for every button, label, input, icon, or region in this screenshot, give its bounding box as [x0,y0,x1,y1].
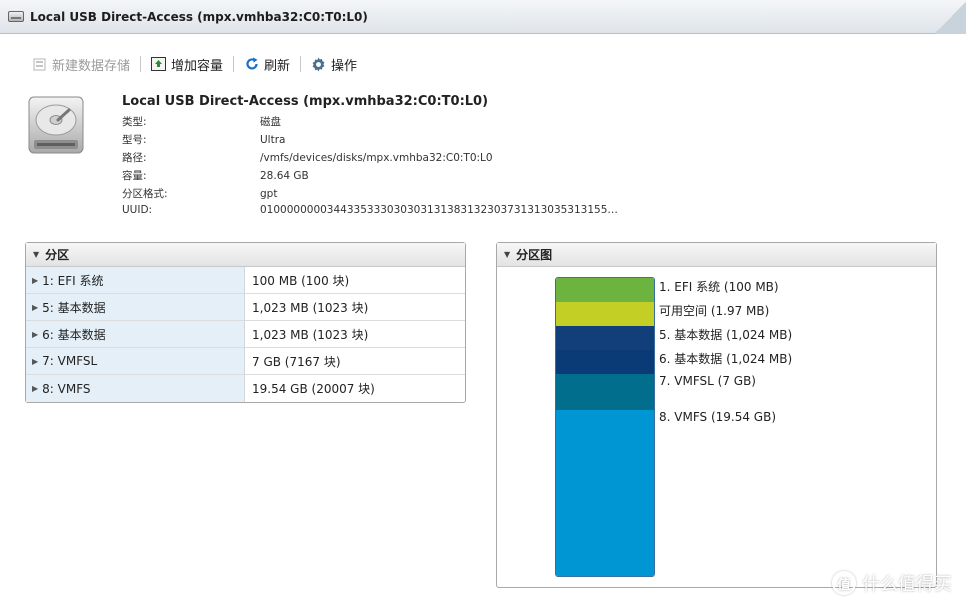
segment-vmfsl[interactable] [556,374,654,410]
partition-name-cell[interactable]: ▶ 5: 基本数据 [26,294,245,320]
collapse-icon: ▼ [33,250,40,259]
partition-row: ▶ 7: VMFSL 7 GB (7167 块) [26,348,465,375]
gear-icon [311,56,326,72]
watermark-text: 什么值得买 [862,574,952,595]
refresh-label: 刷新 [264,58,291,74]
prop-value: 磁盘 [260,116,281,128]
prop-value: 0100000000344335333030303131383132303731… [260,204,618,216]
expand-icon: ▶ [32,275,39,285]
prop-value: /vmfs/devices/disks/mpx.vmhba32:C0:T0:L0 [260,152,493,164]
refresh-icon [244,57,259,72]
hard-disk-icon [28,96,84,154]
device-title: Local USB Direct-Access (mpx.vmhba32:C0:… [122,94,489,109]
segment-free-space[interactable] [556,302,654,326]
partitions-panel-title: 分区 [45,248,70,262]
partition-name-cell[interactable]: ▶ 8: VMFS [26,375,245,402]
watermark: 值 什么值得买 [832,570,952,596]
actions-button[interactable]: 操作 [305,53,363,75]
refresh-button[interactable]: 刷新 [238,53,296,75]
prop-key: 类型: [122,116,147,128]
partition-name-cell[interactable]: ▶ 7: VMFSL [26,348,245,374]
partition-row: ▶ 1: EFI 系统 100 MB (100 块) [26,267,465,294]
expand-icon: ▶ [32,384,39,393]
segment-efi[interactable] [556,278,654,302]
prop-key: UUID: [122,204,153,216]
prop-key: 型号: [122,134,147,146]
prop-key: 分区格式: [122,188,168,200]
partition-size: 1,023 MB (1023 块) [252,300,369,315]
segment-label-basic-data-6: 6. 基本数据 (1,024 MB) [659,352,793,366]
prop-path: 路径: /vmfs/devices/disks/mpx.vmhba32:C0:T0… [122,150,493,165]
actions-label: 操作 [331,58,358,74]
segment-label-vmfs: 8. VMFS (19.54 GB) [659,410,777,424]
partitions-panel: ▼ 分区 ▶ 1: EFI 系统 100 MB (100 块) ▶ 5: 基本数据 … [25,242,466,403]
prop-type: 类型: 磁盘 [122,114,281,129]
partition-row: ▶ 6: 基本数据 1,023 MB (1023 块) [26,321,465,348]
window-titlebar: Local USB Direct-Access (mpx.vmhba32:C0:… [0,0,966,34]
partition-name: 8: VMFS [42,381,91,396]
window-title: Local USB Direct-Access (mpx.vmhba32:C0:… [30,9,368,24]
prop-value: gpt [260,188,278,200]
segment-basic-data-6[interactable] [556,350,654,374]
new-datastore-icon [32,57,47,72]
watermark-logo-icon: 值 [832,571,856,595]
partition-map-panel-header[interactable]: ▼ 分区图 [497,243,936,267]
collapse-icon: ▼ [504,250,511,259]
partition-row: ▶ 8: VMFS 19.54 GB (20007 块) [26,375,465,402]
partition-map-bar [555,277,655,577]
toolbar: 新建数据存储 增加容量 刷新 操作 [26,52,363,76]
prop-key: 路径: [122,152,147,164]
increase-capacity-label: 增加容量 [171,58,224,74]
prop-uuid: UUID: 01000000003443353330303031313831323… [122,204,618,216]
increase-capacity-icon [151,57,167,72]
prop-value: Ultra [260,134,286,146]
segment-label-efi: 1. EFI 系统 (100 MB) [659,280,779,294]
partition-map-panel: ▼ 分区图 1. EFI 系统 (100 MB) 可用空间 (1.97 MB) … [496,242,937,588]
expand-icon: ▶ [32,329,39,339]
segment-vmfs[interactable] [556,410,654,576]
segment-label-basic-data-5: 5. 基本数据 (1,024 MB) [659,328,793,342]
partition-name-cell[interactable]: ▶ 1: EFI 系统 [26,267,245,293]
new-datastore-button[interactable]: 新建数据存储 [26,53,136,75]
partition-name: 1: EFI 系统 [42,273,104,288]
toolbar-separator [140,56,142,72]
prop-partition-format: 分区格式: gpt [122,186,277,201]
expand-icon: ▶ [32,302,39,312]
disk-icon [8,11,24,22]
partitions-panel-header[interactable]: ▼ 分区 [26,243,465,267]
prop-value: 28.64 GB [260,170,309,182]
partition-row: ▶ 5: 基本数据 1,023 MB (1023 块) [26,294,465,321]
increase-capacity-button[interactable]: 增加容量 [145,53,229,75]
titlebar-corner [936,0,966,34]
partition-name-cell[interactable]: ▶ 6: 基本数据 [26,321,245,347]
toolbar-separator [300,56,302,72]
partition-size: 1,023 MB (1023 块) [252,327,369,342]
expand-icon: ▶ [32,356,39,366]
partition-size: 7 GB (7167 块) [252,354,341,369]
prop-capacity: 容量: 28.64 GB [122,168,309,183]
partition-size: 19.54 GB (20007 块) [252,382,375,396]
partition-name: 7: VMFSL [42,354,98,368]
partition-name: 5: 基本数据 [42,300,106,315]
segment-basic-data-5[interactable] [556,326,654,350]
partition-size: 100 MB (100 块) [252,273,350,288]
prop-key: 容量: [122,170,147,182]
new-datastore-label: 新建数据存储 [52,58,131,74]
partition-map-panel-title: 分区图 [516,248,553,262]
toolbar-separator [233,56,235,72]
segment-label-free-space: 可用空间 (1.97 MB) [659,304,770,318]
segment-label-vmfsl: 7. VMFSL (7 GB) [659,374,756,388]
prop-model: 型号: Ultra [122,132,285,147]
partition-name: 6: 基本数据 [42,327,106,342]
